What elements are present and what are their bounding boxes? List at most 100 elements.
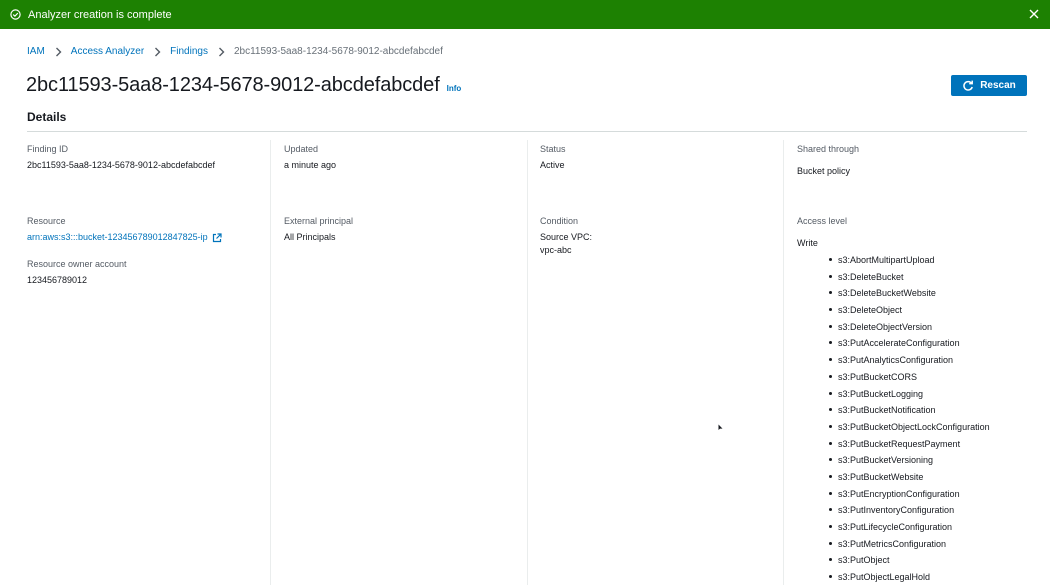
list-item: s3:PutObject xyxy=(829,553,990,570)
page-header: 2bc11593-5aa8-1234-5678-9012-abcdefabcde… xyxy=(26,74,461,97)
bullet xyxy=(829,341,832,345)
breadcrumb-item-iam[interactable]: IAM xyxy=(27,46,45,58)
list-item: s3:DeleteBucketWebsite xyxy=(829,286,990,303)
action-text: s3:PutObject xyxy=(838,555,890,566)
bullet xyxy=(829,491,832,495)
action-text: s3:PutBucketObjectLockConfiguration xyxy=(838,421,990,432)
list-item: s3:PutAnalyticsConfiguration xyxy=(829,353,990,370)
list-item: s3:PutBucketObjectLockConfiguration xyxy=(829,420,990,437)
condition-key: Source VPC: xyxy=(540,232,593,242)
status-label: Status xyxy=(540,144,566,154)
list-item: s3:PutMetricsConfiguration xyxy=(829,537,990,554)
bullet xyxy=(829,508,832,512)
finding-id-value: 2bc11593-5aa8-1234-5678-9012-abcdefabcde… xyxy=(27,160,215,170)
list-item: s3:PutObjectLegalHold xyxy=(829,570,990,587)
check-circle-icon xyxy=(10,9,21,20)
condition-value: vpc-abc xyxy=(540,245,572,255)
action-text: s3:PutBucketVersioning xyxy=(838,455,934,466)
breadcrumb-item-access-analyzer[interactable]: Access Analyzer xyxy=(71,46,144,58)
resource-label: Resource xyxy=(27,216,66,226)
action-text: s3:PutLifecycleConfiguration xyxy=(838,522,953,532)
breadcrumb: IAM Access Analyzer Findings 2bc11593-5a… xyxy=(27,46,443,58)
chevron-right-icon xyxy=(55,47,62,57)
bullet xyxy=(829,558,832,562)
bullet xyxy=(829,408,832,412)
resource-owner-label: Resource owner account xyxy=(27,259,127,269)
list-item: s3:PutAccelerateConfiguration xyxy=(829,336,990,353)
action-text: s3:PutBucketNotification xyxy=(838,405,936,416)
bullet xyxy=(829,458,832,462)
column-divider xyxy=(527,140,528,585)
page-title: 2bc11593-5aa8-1234-5678-9012-abcdefabcde… xyxy=(26,74,440,96)
list-item: s3:PutBucketVersioning xyxy=(829,453,990,470)
status-value: Active xyxy=(540,160,565,170)
info-link[interactable]: Info xyxy=(447,84,462,93)
action-text: s3:DeleteBucket xyxy=(838,271,904,282)
bullet xyxy=(829,291,832,295)
list-item: s3:DeleteObjectVersion xyxy=(829,320,990,337)
chevron-right-icon xyxy=(218,47,225,57)
list-item: s3:PutBucketRequestPayment xyxy=(829,437,990,454)
list-item: s3:PutBucketNotification xyxy=(829,403,990,420)
action-text: s3:PutEncryptionConfiguration xyxy=(838,488,960,499)
breadcrumb-item-findings[interactable]: Findings xyxy=(170,46,208,58)
list-item: s3:PutLifecycleConfiguration xyxy=(829,520,990,537)
list-item: s3:PutEncryptionConfiguration xyxy=(829,487,990,504)
list-item: s3:DeleteBucket xyxy=(829,270,990,287)
action-text: s3:PutBucketRequestPayment xyxy=(838,438,961,449)
external-principal-value: All Principals xyxy=(284,232,336,242)
flash-message: Analyzer creation is complete xyxy=(28,8,172,21)
action-text: s3:PutBucketLogging xyxy=(838,388,924,399)
mouse-cursor-icon xyxy=(718,418,723,430)
action-text: s3:PutMetricsConfiguration xyxy=(838,538,947,549)
action-text: s3:DeleteObjectVersion xyxy=(838,321,933,332)
bullet xyxy=(829,525,832,528)
details-divider xyxy=(27,131,1027,132)
resource-link[interactable]: arn:aws:s3:::bucket-123456789012847825-i… xyxy=(27,231,222,244)
finding-id-label: Finding ID xyxy=(27,144,69,154)
bullet xyxy=(829,358,832,362)
refresh-icon xyxy=(962,80,974,92)
action-text: s3:PutAccelerateConfiguration xyxy=(838,338,960,349)
resource-value: arn:aws:s3:::bucket-123456789012847825-i… xyxy=(27,232,208,242)
bullet xyxy=(829,575,832,579)
bullet xyxy=(829,374,832,378)
bullet xyxy=(829,541,832,545)
action-text: s3:PutObjectLegalHold xyxy=(838,572,931,583)
bullet xyxy=(829,324,832,328)
success-flash-bar: Analyzer creation is complete xyxy=(0,0,1050,29)
access-actions-list: s3:AbortMultipartUpload s3:DeleteBucket … xyxy=(829,253,990,587)
bullet xyxy=(829,474,832,478)
updated-label: Updated xyxy=(284,144,319,154)
bullet xyxy=(829,308,832,312)
bullet xyxy=(829,274,832,278)
column-divider xyxy=(783,140,784,585)
updated-value: a minute ago xyxy=(284,160,337,170)
external-principal-label: External principal xyxy=(284,216,354,226)
list-item: s3:PutInventoryConfiguration xyxy=(829,503,990,520)
shared-through-label: Shared through xyxy=(797,144,860,154)
list-item: s3:PutBucketCORS xyxy=(829,370,990,387)
details-heading: Details xyxy=(27,110,67,124)
action-text: s3:PutInventoryConfiguration xyxy=(838,505,955,516)
rescan-label: Rescan xyxy=(980,80,1016,91)
rescan-button[interactable]: Rescan xyxy=(951,75,1027,96)
list-item: s3:AbortMultipartUpload xyxy=(829,253,990,270)
close-icon[interactable] xyxy=(1026,6,1042,22)
action-text: s3:AbortMultipartUpload xyxy=(838,255,935,265)
list-item: s3:PutBucketWebsite xyxy=(829,470,990,487)
access-level-label: Access level xyxy=(797,216,848,226)
action-text: s3:DeleteObject xyxy=(838,305,903,316)
column-divider xyxy=(270,140,271,585)
condition-label: Condition xyxy=(540,216,579,226)
bullet xyxy=(829,258,832,261)
external-link-icon xyxy=(212,232,222,243)
list-item: s3:DeleteObject xyxy=(829,303,990,320)
action-text: s3:PutBucketWebsite xyxy=(838,471,924,482)
breadcrumb-current: 2bc11593-5aa8-1234-5678-9012-abcdefabcde… xyxy=(233,46,443,57)
list-item: s3:PutBucketLogging xyxy=(829,387,990,404)
shared-through-value: Bucket policy xyxy=(797,166,851,176)
action-text: s3:PutBucketCORS xyxy=(838,371,918,382)
chevron-right-icon xyxy=(154,47,161,57)
resource-owner-value: 123456789012 xyxy=(27,275,88,285)
